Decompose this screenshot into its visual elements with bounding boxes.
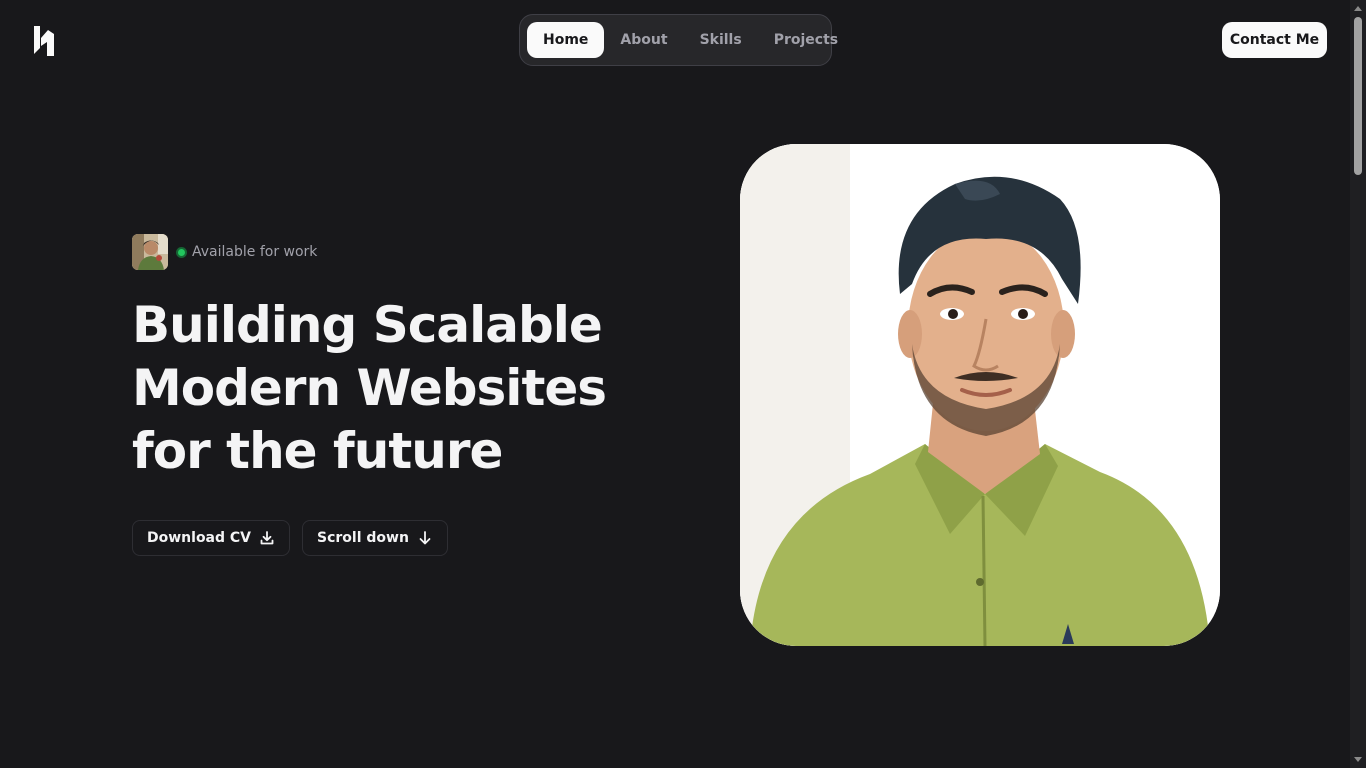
- scroll-up-arrow-icon[interactable]: [1354, 6, 1362, 11]
- headline-line-1: Building Scalable: [132, 296, 603, 354]
- nav-about[interactable]: About: [604, 22, 683, 58]
- download-cv-label: Download CV: [147, 530, 252, 546]
- arrow-down-icon: [419, 531, 431, 545]
- nav-projects[interactable]: Projects: [758, 22, 854, 58]
- main-nav: Home About Skills Projects: [519, 14, 838, 66]
- avatar: [132, 234, 168, 270]
- scroll-down-button[interactable]: Scroll down: [302, 520, 448, 556]
- scroll-down-arrow-icon[interactable]: [1354, 757, 1362, 762]
- profile-portrait: [740, 144, 1220, 646]
- vertical-scrollbar[interactable]: [1350, 0, 1366, 768]
- status-dot: [176, 246, 187, 258]
- availability-row: Available for work: [132, 234, 317, 270]
- download-cv-button[interactable]: Download CV: [132, 520, 291, 556]
- nav-skills[interactable]: Skills: [684, 22, 758, 58]
- scrollbar-thumb[interactable]: [1354, 17, 1362, 175]
- download-icon: [260, 531, 274, 545]
- hero-actions: Download CV Scroll down: [132, 520, 448, 556]
- nav-home[interactable]: Home: [527, 22, 605, 58]
- portfolio-page: Home About Skills Projects Contact Me Av…: [0, 0, 1366, 768]
- scroll-down-label: Scroll down: [317, 530, 409, 546]
- headline-line-2: Modern Websites: [132, 359, 607, 417]
- availability-status: Available for work: [176, 244, 317, 260]
- status-text: Available for work: [192, 244, 318, 260]
- contact-me-button[interactable]: Contact Me: [1222, 22, 1327, 58]
- headline-line-3: for the future: [132, 422, 503, 480]
- hero-headline: Building Scalable Modern Websites for th…: [132, 294, 692, 483]
- brand-logo-icon[interactable]: [32, 24, 56, 58]
